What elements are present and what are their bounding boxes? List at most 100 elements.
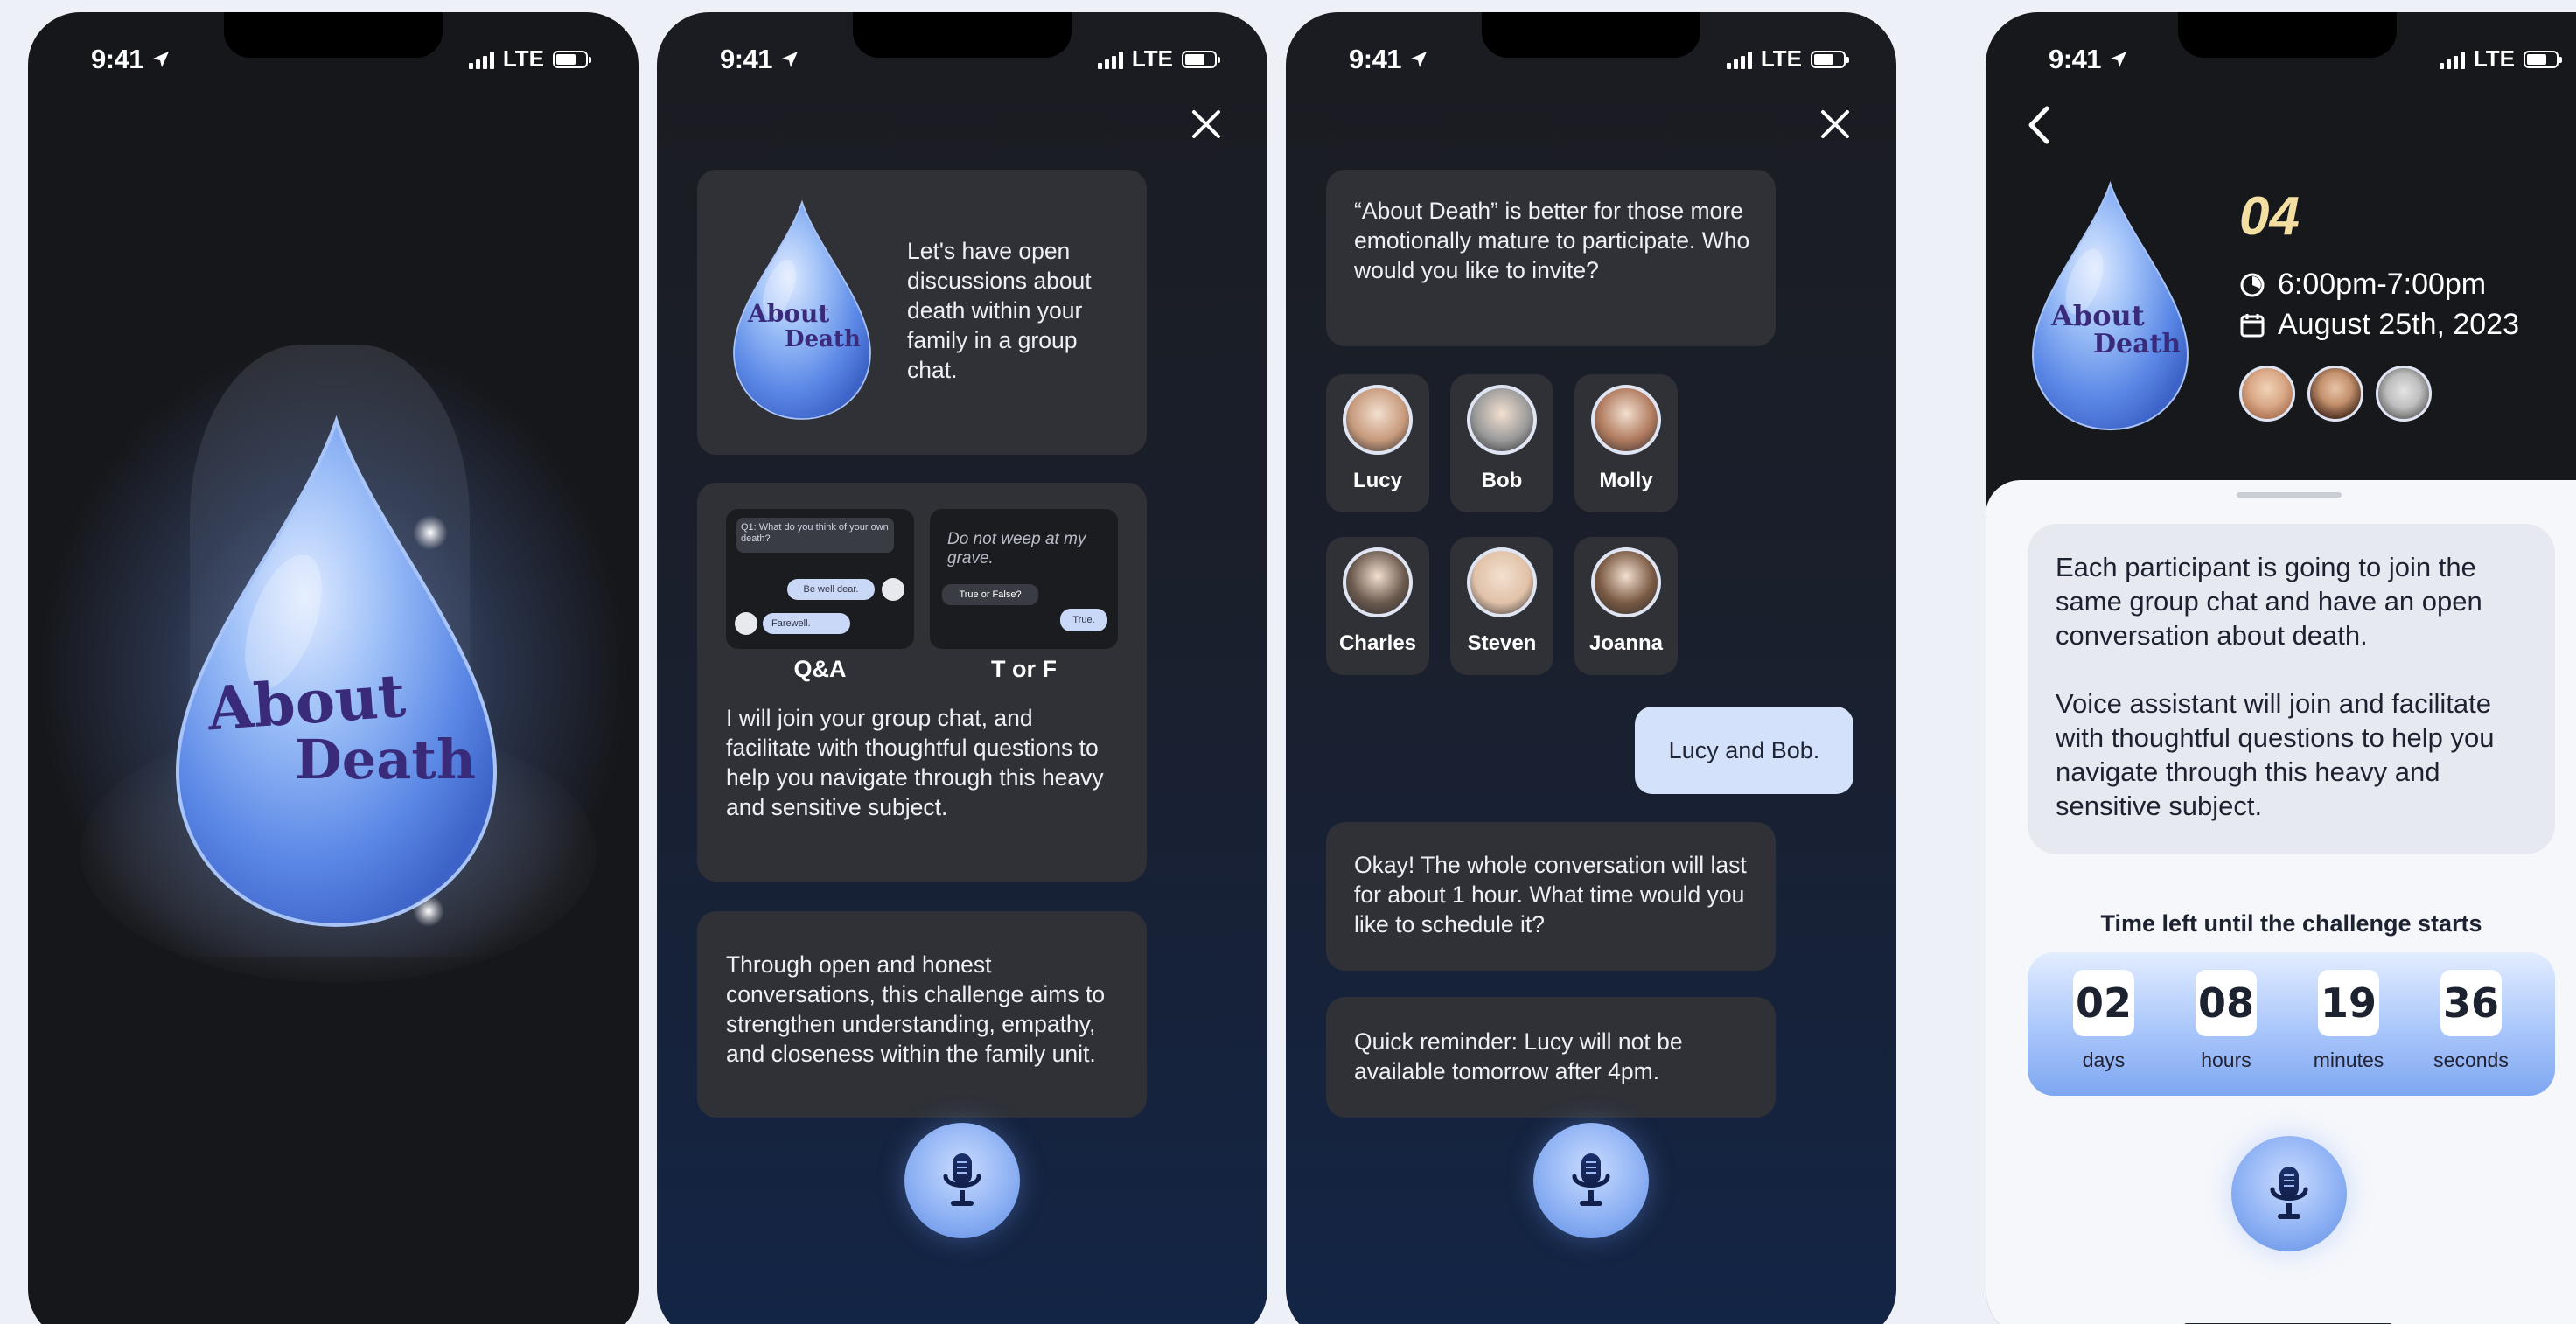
back-chevron-icon[interactable] bbox=[2024, 103, 2054, 147]
avatar bbox=[1343, 547, 1413, 617]
tf-prompt: True or False? bbox=[942, 584, 1038, 605]
microphone-button[interactable] bbox=[904, 1123, 1020, 1238]
qa-preview[interactable]: Q1: What do you think of your own death?… bbox=[726, 509, 914, 649]
participant-avatars bbox=[2239, 366, 2432, 422]
logo-line1: About bbox=[2051, 299, 2145, 332]
contact-name: Molly bbox=[1599, 469, 1653, 492]
countdown-minutes: 19 bbox=[2318, 970, 2379, 1036]
close-icon[interactable] bbox=[1189, 107, 1224, 142]
contact-card[interactable]: Bob bbox=[1450, 374, 1553, 512]
network-label: LTE bbox=[1131, 45, 1173, 72]
status-bar: 9:41 LTE bbox=[657, 12, 1267, 108]
tf-quote: Do not weep at my grave. bbox=[947, 530, 1086, 568]
countdown-unit: hours bbox=[2201, 1049, 2251, 1071]
logo-line2: Death bbox=[785, 326, 861, 352]
avatar bbox=[2239, 366, 2295, 422]
microphone-icon bbox=[1567, 1152, 1616, 1209]
countdown-hours: 08 bbox=[2196, 970, 2257, 1036]
avatar bbox=[1591, 385, 1661, 455]
location-arrow-icon bbox=[2108, 49, 2129, 70]
session-number: 04 bbox=[2239, 186, 2300, 247]
contact-card[interactable]: Lucy bbox=[1326, 374, 1429, 512]
contact-name: Steven bbox=[1467, 631, 1537, 655]
countdown-days: 02 bbox=[2073, 970, 2134, 1036]
contact-card[interactable]: Charles bbox=[1326, 537, 1429, 675]
qa-bubble: Farewell. bbox=[763, 613, 850, 634]
contact-name: Charles bbox=[1338, 631, 1417, 655]
avatar bbox=[2307, 366, 2363, 422]
goal-text: Through open and honest conversations, t… bbox=[726, 951, 1106, 1067]
sheet-handle[interactable] bbox=[2237, 492, 2342, 498]
qa-question: Q1: What do you think of your own death? bbox=[736, 518, 894, 553]
network-label: LTE bbox=[1760, 45, 1802, 72]
logo-line1: About bbox=[205, 660, 408, 745]
splash-screen: 9:41 LTE About Death bbox=[28, 12, 639, 1324]
avatar bbox=[1467, 385, 1537, 455]
logo-line2: Death bbox=[295, 728, 477, 791]
microphone-button[interactable] bbox=[1533, 1123, 1649, 1238]
location-arrow-icon bbox=[1408, 49, 1429, 70]
logo-text: About Death bbox=[206, 661, 522, 791]
avatar-dot bbox=[735, 612, 757, 635]
signal-icon bbox=[1097, 50, 1123, 69]
battery-icon bbox=[1811, 50, 1849, 68]
contact-name: Bob bbox=[1481, 469, 1523, 492]
contact-name: Joanna bbox=[1588, 631, 1664, 655]
clock-icon bbox=[2240, 273, 2265, 296]
contact-card[interactable]: Joanna bbox=[1574, 537, 1678, 675]
countdown-seconds: 36 bbox=[2440, 970, 2502, 1036]
battery-icon bbox=[553, 50, 591, 68]
assistant-message: Quick reminder: Lucy will not be availab… bbox=[1326, 997, 1776, 1118]
details-sheet: Each participant is going to join the sa… bbox=[1986, 480, 2576, 1324]
close-icon[interactable] bbox=[1818, 107, 1853, 142]
flare bbox=[413, 515, 448, 550]
flare bbox=[413, 895, 444, 927]
avatar bbox=[2376, 366, 2432, 422]
feature-text: I will join your group chat, and facilit… bbox=[726, 705, 1104, 820]
contact-card[interactable]: Steven bbox=[1450, 537, 1553, 675]
status-time: 9:41 bbox=[720, 44, 773, 74]
avatar bbox=[1591, 547, 1661, 617]
notch bbox=[2178, 12, 2397, 58]
assistant-message: Okay! The whole conversation will last f… bbox=[1326, 822, 1776, 971]
status-time: 9:41 bbox=[2049, 44, 2102, 74]
avatar-dot bbox=[882, 578, 904, 601]
microphone-button[interactable] bbox=[2231, 1136, 2347, 1251]
status-bar: 9:41 LTE bbox=[1986, 12, 2576, 108]
signal-icon bbox=[1726, 50, 1752, 69]
microphone-icon bbox=[2265, 1165, 2314, 1223]
assistant-message: “About Death” is better for those more e… bbox=[1326, 170, 1776, 346]
microphone-icon bbox=[938, 1152, 987, 1209]
tf-preview[interactable]: Do not weep at my grave. True or False? … bbox=[930, 509, 1118, 649]
battery-icon bbox=[1182, 50, 1220, 68]
description-card: Each participant is going to join the sa… bbox=[2028, 524, 2555, 854]
notch bbox=[853, 12, 1072, 58]
logo-line2: Death bbox=[2093, 329, 2182, 359]
mode-label-qa[interactable]: Q&A bbox=[726, 656, 914, 683]
countdown-panel: 02 08 19 36 days hours minutes seconds bbox=[2028, 952, 2555, 1096]
network-label: LTE bbox=[2473, 45, 2515, 72]
signal-icon bbox=[468, 50, 494, 69]
event-date: August 25th, 2023 bbox=[2278, 308, 2520, 341]
countdown-unit: seconds bbox=[2433, 1049, 2509, 1071]
contact-card[interactable]: Molly bbox=[1574, 374, 1678, 512]
intro-screen: 9:41 LTE About Death Let's have open dis… bbox=[657, 12, 1267, 1324]
goal-card: Through open and honest conversations, t… bbox=[697, 911, 1147, 1118]
intro-card: About Death Let's have open discussions … bbox=[697, 170, 1147, 455]
contact-name: Lucy bbox=[1352, 469, 1402, 492]
user-message: Lucy and Bob. bbox=[1635, 707, 1853, 794]
schedule-screen: 9:41 LTE About Death 04 6:00pm-7:00pm Au… bbox=[1986, 12, 2576, 1324]
countdown-unit: minutes bbox=[2313, 1049, 2384, 1071]
mode-label-tf[interactable]: T or F bbox=[930, 656, 1118, 683]
invite-screen: 9:41 LTE “About Death” is better for tho… bbox=[1286, 12, 1896, 1324]
date-row: August 25th, 2023 bbox=[2239, 308, 2519, 342]
signal-icon bbox=[2439, 50, 2465, 69]
location-arrow-icon bbox=[779, 49, 800, 70]
status-time: 9:41 bbox=[91, 44, 144, 74]
notch bbox=[1482, 12, 1700, 58]
time-range: 6:00pm-7:00pm bbox=[2278, 268, 2487, 301]
status-bar: 9:41 LTE bbox=[1286, 12, 1896, 108]
description-text-2: Voice assistant will join and facilitate… bbox=[2056, 688, 2495, 821]
logo-line1: About bbox=[748, 299, 830, 328]
intro-text: Let's have open discussions about death … bbox=[907, 238, 1092, 383]
